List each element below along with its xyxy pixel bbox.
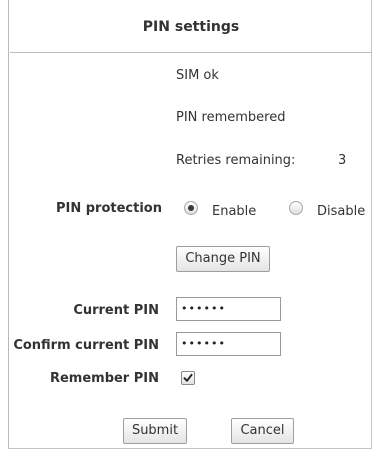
page-title: PIN settings xyxy=(142,19,240,35)
enable-radio-label[interactable]: Enable xyxy=(212,204,256,220)
sim-status: SIM ok xyxy=(176,68,219,83)
remember-pin-label: Remember PIN xyxy=(49,371,159,386)
remember-pin-checkbox[interactable] xyxy=(181,371,195,385)
pin-state: PIN remembered xyxy=(176,110,286,125)
enable-radio[interactable] xyxy=(184,201,198,215)
disable-radio[interactable] xyxy=(289,201,303,215)
change-pin-button[interactable]: Change PIN xyxy=(176,246,270,272)
retries-value: 3 xyxy=(338,153,347,168)
retries-label: Retries remaining: xyxy=(176,153,296,168)
radio-selected-dot xyxy=(188,205,194,211)
submit-button[interactable]: Submit xyxy=(123,418,187,444)
current-pin-input[interactable]: •••••• xyxy=(176,297,281,321)
pin-protection-label: PIN protection xyxy=(55,201,162,216)
disable-radio-label[interactable]: Disable xyxy=(317,204,365,220)
confirm-pin-label: Confirm current PIN xyxy=(13,338,159,353)
confirm-pin-input[interactable]: •••••• xyxy=(176,332,281,356)
checkmark-icon xyxy=(183,373,193,382)
current-pin-label: Current PIN xyxy=(73,303,159,318)
title-divider xyxy=(10,52,372,53)
cancel-button[interactable]: Cancel xyxy=(231,418,294,444)
